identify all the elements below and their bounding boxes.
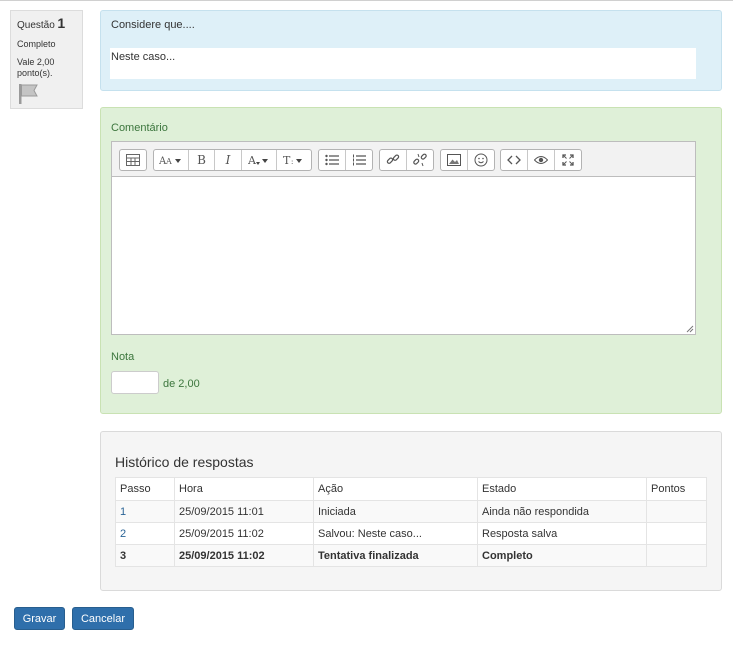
- top-divider: [0, 0, 733, 1]
- cell-action: Iniciada: [313, 500, 478, 523]
- question-number-value: 1: [57, 15, 66, 31]
- toolbar-group-style: AA B I A T:: [153, 149, 312, 171]
- font-family-icon[interactable]: AA: [154, 150, 189, 170]
- cancel-button[interactable]: Cancelar: [72, 607, 134, 630]
- comment-editor[interactable]: [111, 177, 696, 335]
- font-color-icon[interactable]: A: [242, 150, 277, 170]
- emoticon-icon[interactable]: [468, 150, 494, 170]
- unordered-list-icon[interactable]: [319, 150, 346, 170]
- question-number: Questão 1: [17, 15, 76, 31]
- cell-state: Resposta salva: [477, 522, 647, 545]
- svg-text:T: T: [283, 154, 291, 166]
- cell-marks: [646, 522, 707, 545]
- italic-icon[interactable]: I: [215, 150, 242, 170]
- unlink-icon[interactable]: [407, 150, 433, 170]
- toolbar-group-table: [119, 149, 147, 171]
- question-label: Questão: [17, 20, 55, 31]
- history-header-row: Passo Hora Ação Estado Pontos: [115, 477, 707, 501]
- question-text: Considere que....: [111, 19, 195, 31]
- cell-step: 1: [115, 500, 175, 523]
- column-header-step: Passo: [115, 477, 175, 501]
- bold-icon[interactable]: B: [189, 150, 215, 170]
- resize-grip-icon[interactable]: [686, 325, 694, 333]
- fullscreen-icon[interactable]: [555, 150, 581, 170]
- comment-label: Comentário: [111, 122, 168, 134]
- cell-marks: [646, 544, 707, 567]
- save-button[interactable]: Gravar: [14, 607, 65, 630]
- cell-time: 25/09/2015 11:01: [174, 500, 314, 523]
- html-source-icon[interactable]: [501, 150, 528, 170]
- column-header-state: Estado: [477, 477, 647, 501]
- cell-step: 3: [115, 544, 175, 567]
- toolbar-group-links: [379, 149, 434, 171]
- cell-marks: [646, 500, 707, 523]
- question-state: Completo: [17, 39, 56, 49]
- grade-max: de 2,00: [163, 378, 200, 390]
- svg-text::: :: [291, 158, 293, 166]
- table-row: 2 25/09/2015 11:02 Salvou: Neste caso...…: [115, 522, 707, 545]
- editor-toolbar: AA B I A T:: [111, 141, 696, 177]
- history-table: Passo Hora Ação Estado Pontos 1 25/09/20…: [115, 477, 707, 567]
- question-formulation: Considere que.... Neste caso...: [100, 10, 722, 91]
- table-row: 1 25/09/2015 11:01 Iniciada Ainda não re…: [115, 500, 707, 523]
- column-header-action: Ação: [313, 477, 478, 501]
- flag-icon[interactable]: [17, 83, 39, 105]
- response-text: Neste caso...: [110, 48, 696, 79]
- grade-label: Nota: [111, 351, 135, 363]
- cell-state: Ainda não respondida: [477, 500, 647, 523]
- response-history: Histórico de respostas Passo Hora Ação E…: [100, 431, 722, 591]
- cell-action: Salvou: Neste caso...: [313, 522, 478, 545]
- image-icon[interactable]: [441, 150, 468, 170]
- font-size-icon[interactable]: T:: [277, 150, 311, 170]
- link-icon[interactable]: [380, 150, 407, 170]
- history-title: Histórico de respostas: [115, 454, 254, 470]
- question-grade: Vale 2,00 ponto(s).: [17, 57, 55, 78]
- ordered-list-icon[interactable]: [346, 150, 372, 170]
- table-icon[interactable]: [120, 150, 146, 170]
- cell-state: Completo: [477, 544, 647, 567]
- cell-time: 25/09/2015 11:02: [174, 544, 314, 567]
- toolbar-group-lists: [318, 149, 373, 171]
- cell-time: 25/09/2015 11:02: [174, 522, 314, 545]
- question-info: Questão 1 Completo Vale 2,00 ponto(s).: [10, 10, 83, 109]
- column-header-marks: Pontos: [646, 477, 707, 501]
- column-header-time: Hora: [174, 477, 314, 501]
- table-row: 3 25/09/2015 11:02 Tentativa finalizada …: [115, 544, 707, 567]
- svg-text:A: A: [165, 157, 172, 166]
- svg-text:A: A: [248, 154, 257, 166]
- toolbar-group-media: [440, 149, 495, 171]
- cell-action: Tentativa finalizada: [313, 544, 478, 567]
- grade-input[interactable]: [111, 371, 159, 394]
- toolbar-group-view: [500, 149, 582, 171]
- cell-step: 2: [115, 522, 175, 545]
- preview-icon[interactable]: [528, 150, 555, 170]
- comment-panel: Comentário AA B I A T: Nota de 2,00: [100, 107, 722, 414]
